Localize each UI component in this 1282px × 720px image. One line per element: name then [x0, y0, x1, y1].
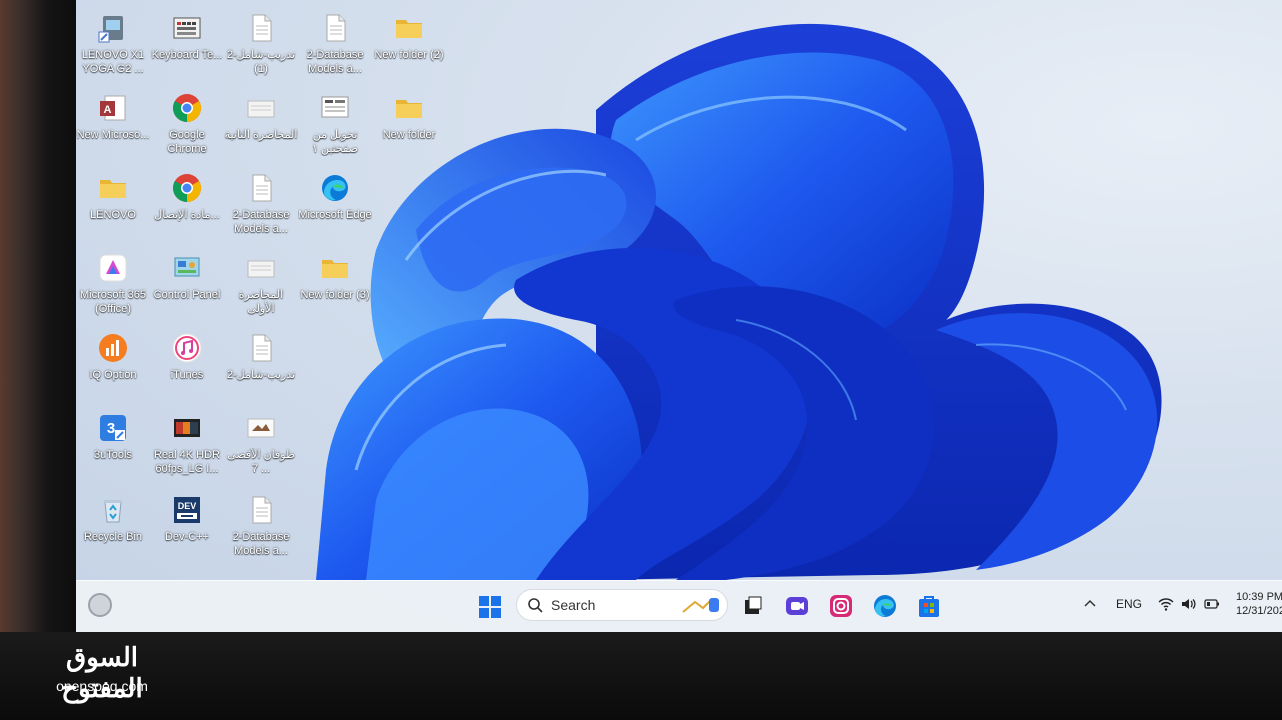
chevron-up-icon[interactable] [1082, 596, 1098, 612]
edge-icon [322, 175, 348, 201]
desktop-icon-new-folder-2[interactable]: New folder (2) [372, 6, 446, 82]
clipchamp-icon[interactable] [784, 593, 810, 619]
desktop-icon-new-folder-3[interactable]: New folder (3) [298, 246, 372, 322]
desktop-icon-lenovo-x1[interactable]: LENOVO X1 YOGA G2 ... [76, 6, 150, 82]
desktop-icon-microsoft-edge[interactable]: Microsoft Edge [298, 166, 372, 242]
shortcut-app-icon [98, 16, 123, 43]
desktop-icon-grid: LENOVO X1 YOGA G2 ... Keyboard Te... تدر… [76, 0, 476, 580]
desktop-icon-database-models-3[interactable]: 2-Database Models a... [224, 488, 298, 564]
desktop-icon-microsoft-365[interactable]: Microsoft 365 (Office) [76, 246, 150, 322]
watermark-arabic: السوق المفتوح [61, 642, 143, 703]
desktop-icon-database-models-2[interactable]: 2-Database Models a... [224, 166, 298, 242]
widgets-icon[interactable] [88, 593, 112, 617]
itunes-icon [172, 333, 202, 363]
image-icon [247, 418, 275, 438]
chrome-icon [173, 174, 201, 202]
desktop-icon-itunes[interactable]: iTunes [150, 326, 224, 402]
video-icon [174, 419, 200, 437]
clock[interactable]: 10:39 PM 12/31/2024 [1236, 590, 1282, 618]
taskbar-search-box[interactable]: Search [516, 589, 728, 621]
desktop-icon-keyboard-test[interactable]: Keyboard Te... [150, 6, 224, 82]
3utools-icon: 3 [100, 415, 126, 441]
start-button[interactable] [478, 595, 502, 619]
desktop-icon-communication-course[interactable]: مادة الإتصال... [150, 166, 224, 242]
folder-icon [396, 100, 422, 118]
devcpp-icon: DEV [174, 497, 200, 523]
desktop-icon-new-access-db[interactable]: A New Microso... [76, 86, 150, 162]
svg-text:DEV: DEV [178, 501, 197, 511]
wifi-icon[interactable] [1158, 596, 1174, 612]
opensooq-watermark: السوق المفتوح opensooq.com [22, 642, 182, 703]
svg-text:A: A [104, 104, 112, 116]
search-placeholder: Search [551, 597, 596, 613]
desktop-icon-lenovo-folder[interactable]: LENOVO [76, 166, 150, 242]
desktop-icon-iq-option[interactable]: IQ Option [76, 326, 150, 402]
document-icon [247, 260, 275, 278]
battery-icon[interactable] [1204, 596, 1220, 612]
control-panel-icon [174, 257, 200, 277]
folder-icon [100, 180, 126, 198]
desktop-icon-new-folder[interactable]: New folder [372, 86, 446, 162]
access-icon: A [100, 95, 126, 121]
svg-text:3: 3 [107, 420, 115, 437]
edge-icon[interactable] [872, 593, 898, 619]
instagram-icon[interactable] [828, 593, 854, 619]
chrome-icon [173, 94, 201, 122]
volume-icon[interactable] [1180, 596, 1196, 612]
watermark-latin: opensooq.com [56, 678, 148, 694]
desktop-icon-google-chrome[interactable]: Google Chrome [150, 86, 224, 162]
office-icon [99, 254, 127, 282]
document-icon [247, 100, 275, 118]
desktop-icon-training-2[interactable]: تدريب-شامل-2 [224, 326, 298, 402]
desktop-icon-training-1[interactable]: تدريب-شامل-2 (1) [224, 6, 298, 82]
keyboard-test-icon [173, 17, 201, 39]
desktop-icon-lecture-2[interactable]: المحاضرة الثانية [224, 86, 298, 162]
document-icon [252, 496, 272, 524]
desktop-screen: LENOVO X1 YOGA G2 ... Keyboard Te... تدر… [76, 0, 1282, 632]
desktop-icon-3utools[interactable]: 3 3uTools [76, 406, 150, 482]
iq-option-icon [99, 334, 127, 362]
clock-time: 10:39 PM [1236, 591, 1282, 603]
microsoft-store-icon[interactable] [916, 593, 942, 619]
folder-icon [322, 260, 348, 278]
document-icon [252, 334, 272, 362]
recycle-bin-icon [104, 500, 122, 523]
search-icon [528, 598, 543, 613]
clock-date: 12/31/2024 [1236, 605, 1282, 617]
language-indicator[interactable]: ENG [1116, 597, 1142, 611]
laptop-bezel-left [0, 0, 80, 720]
desktop-icon-dev-cpp[interactable]: DEV Dev-C++ [150, 488, 224, 564]
document-icon [252, 14, 272, 42]
laptop-bezel-bottom [0, 632, 1282, 720]
desktop-icon-lecture-1[interactable]: المحاضرة الأولى [224, 246, 298, 322]
desktop-icon-control-panel[interactable]: Control Panel [150, 246, 224, 322]
document-icon [321, 96, 349, 118]
task-view-icon[interactable] [740, 593, 766, 619]
desktop-icon-recycle-bin[interactable]: Recycle Bin [76, 488, 150, 564]
desktop-icon-convert-pages[interactable]: تحويل من صفحتين ١ [298, 86, 372, 162]
search-highlight-icon [682, 598, 719, 613]
desktop-icon-al-aqsa-flood[interactable]: طوفان الأقصى 7 ... [224, 406, 298, 482]
desktop-icon-database-models-1[interactable]: 2-Database Models a... [298, 6, 372, 82]
folder-icon [396, 20, 422, 38]
document-icon [326, 14, 346, 42]
document-icon [252, 174, 272, 202]
taskbar: Search ENG 10:39 PM 12/31/2024 [76, 580, 1282, 632]
desktop-icon-real-4k-video[interactable]: Real 4K HDR 60fps_LG I... [150, 406, 224, 482]
